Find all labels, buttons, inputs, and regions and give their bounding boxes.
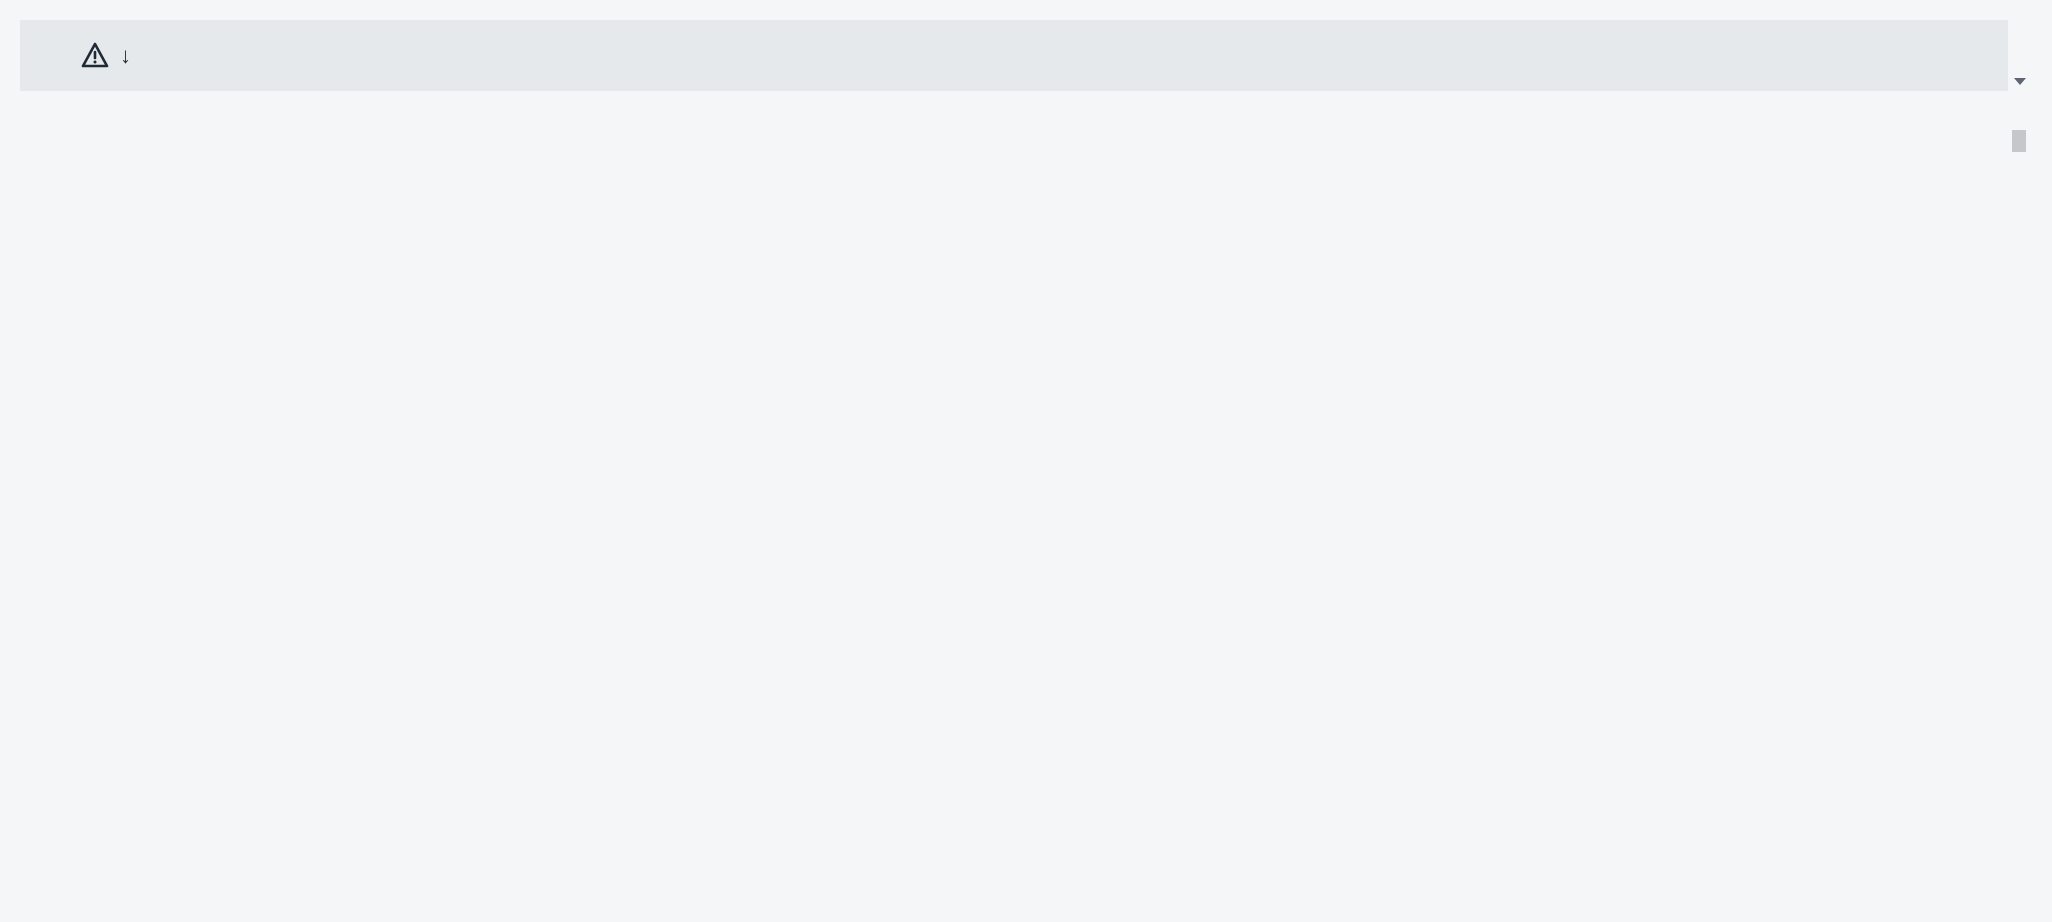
log-table: ↓	[20, 20, 2008, 91]
col-header-severity[interactable]: ↓	[20, 20, 190, 91]
col-header-status[interactable]	[620, 20, 820, 91]
col-header-ip[interactable]	[390, 20, 620, 91]
log-table-container: ↓	[0, 0, 2052, 111]
col-header-resource[interactable]	[820, 20, 1050, 91]
col-header-logtype[interactable]	[190, 20, 390, 91]
log-table-header-row: ↓	[20, 20, 2008, 91]
warning-icon	[80, 42, 110, 69]
sort-desc-icon: ↓	[120, 43, 131, 69]
scroll-down-icon[interactable]	[2014, 78, 2026, 85]
vertical-scrollbar[interactable]	[2008, 20, 2032, 91]
scroll-thumb[interactable]	[2012, 130, 2026, 152]
col-header-time[interactable]	[1050, 20, 1908, 91]
col-header-actions	[1908, 20, 2008, 91]
